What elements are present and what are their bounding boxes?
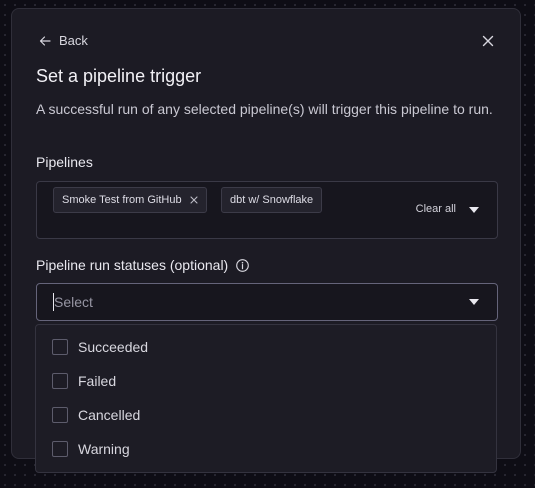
modal-description: A successful run of any selected pipelin… bbox=[36, 101, 493, 117]
back-label: Back bbox=[59, 33, 88, 48]
chevron-down-icon[interactable] bbox=[469, 207, 479, 213]
pipeline-chip: dbt w/ Snowflake bbox=[221, 187, 323, 213]
statuses-label: Pipeline run statuses (optional) bbox=[36, 257, 229, 273]
status-option-succeeded[interactable]: Succeeded bbox=[52, 339, 148, 355]
statuses-search-input[interactable] bbox=[53, 293, 434, 311]
option-label: Warning bbox=[78, 441, 130, 457]
statuses-select[interactable] bbox=[36, 283, 498, 321]
pipelines-multiselect[interactable]: Smoke Test from GitHub dbt w/ Snowflake … bbox=[36, 181, 498, 239]
arrow-left-icon bbox=[39, 35, 51, 46]
info-icon[interactable] bbox=[236, 258, 250, 272]
pipeline-chip: Smoke Test from GitHub bbox=[53, 187, 207, 213]
statuses-dropdown-menu: Succeeded Failed Cancelled Warning bbox=[35, 324, 497, 473]
option-label: Failed bbox=[78, 373, 117, 389]
chip-label: Smoke Test from GitHub bbox=[62, 194, 182, 206]
close-icon bbox=[482, 35, 494, 47]
checkbox[interactable] bbox=[52, 441, 68, 457]
status-option-failed[interactable]: Failed bbox=[52, 373, 116, 389]
clear-all-button[interactable]: Clear all bbox=[416, 203, 456, 215]
pipelines-label: Pipelines bbox=[36, 154, 93, 170]
status-option-warning[interactable]: Warning bbox=[52, 441, 130, 457]
chip-remove-button[interactable] bbox=[190, 196, 198, 204]
checkbox[interactable] bbox=[52, 339, 68, 355]
checkbox[interactable] bbox=[52, 407, 68, 423]
status-option-cancelled[interactable]: Cancelled bbox=[52, 407, 140, 423]
back-button[interactable]: Back bbox=[39, 33, 88, 48]
chip-label: dbt w/ Snowflake bbox=[230, 194, 314, 206]
chevron-down-icon[interactable] bbox=[469, 299, 479, 305]
statuses-label-row: Pipeline run statuses (optional) bbox=[36, 257, 250, 273]
option-label: Cancelled bbox=[78, 407, 141, 423]
option-label: Succeeded bbox=[78, 339, 149, 355]
close-icon bbox=[190, 196, 198, 204]
checkbox[interactable] bbox=[52, 373, 68, 389]
modal-title: Set a pipeline trigger bbox=[36, 66, 202, 86]
close-button[interactable] bbox=[480, 33, 496, 49]
